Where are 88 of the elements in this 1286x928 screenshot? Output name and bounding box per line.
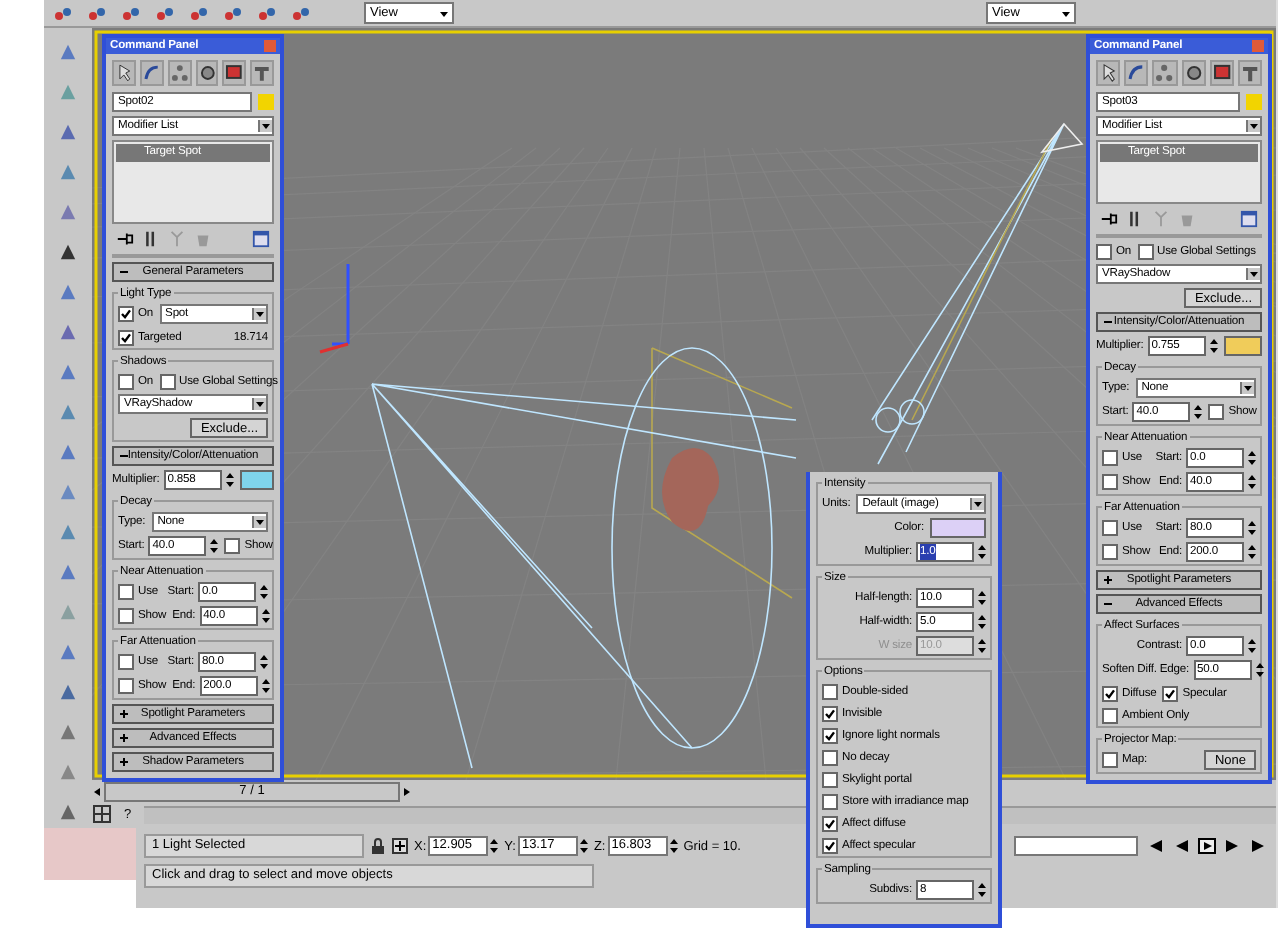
hierarchy-icon[interactable]: [167, 60, 191, 86]
spinner-arrows-icon[interactable]: [1248, 450, 1256, 466]
minus-icon: [1104, 600, 1112, 608]
time-dropdown[interactable]: [1014, 836, 1138, 856]
dropdown-arrow-icon: [438, 7, 450, 19]
hammer-icon[interactable]: [1237, 60, 1263, 86]
dropdown-arrow-icon: [1240, 382, 1254, 394]
circle-icon[interactable]: [1181, 60, 1206, 86]
spinner-arrows-icon[interactable]: [978, 614, 986, 630]
monitor-icon[interactable]: [222, 60, 247, 86]
circle-icon[interactable]: [195, 60, 219, 86]
monitor-icon[interactable]: [1209, 60, 1234, 86]
tool-icon[interactable]: [222, 3, 244, 23]
pointer-icon[interactable]: [1095, 60, 1121, 86]
spinner-arrows-icon[interactable]: [669, 838, 678, 854]
pin-icon[interactable]: [116, 230, 134, 248]
axis-gizmo-icon: [319, 262, 350, 354]
minus-icon: [120, 268, 128, 276]
spinner-arrows-icon[interactable]: [261, 608, 270, 624]
dropdown-arrow-icon: [970, 498, 984, 510]
skip-end-icon[interactable]: [1250, 838, 1268, 854]
tool-icon[interactable]: [188, 3, 210, 23]
plus-icon: [120, 758, 128, 766]
skip-start-icon[interactable]: [1146, 838, 1164, 854]
lock-icon[interactable]: [370, 838, 386, 854]
spotlight-beam-drawing[interactable]: [871, 122, 1084, 465]
tool-icon[interactable]: [86, 3, 108, 23]
dropdown-arrow-icon: [252, 398, 266, 410]
check-icon: [1164, 687, 1177, 699]
tool-icon[interactable]: [120, 3, 142, 23]
crosshair-icon[interactable]: [392, 838, 408, 854]
window-icon[interactable]: [1240, 210, 1258, 228]
tool-icon[interactable]: [256, 3, 278, 23]
dropdown-arrow-icon: [252, 308, 266, 320]
spinner-arrows-icon[interactable]: [260, 584, 268, 600]
grid-icon[interactable]: [92, 804, 112, 824]
left-arrow-icon[interactable]: [92, 786, 104, 798]
tool-icon[interactable]: [52, 3, 74, 23]
dropdown-arrow-icon: [252, 516, 266, 528]
plus-icon: [120, 734, 128, 742]
tool-icon[interactable]: [290, 3, 312, 23]
minus-icon: [1104, 318, 1112, 326]
bars-icon[interactable]: [142, 230, 160, 248]
pointer-icon[interactable]: [112, 60, 136, 86]
window-icon[interactable]: [252, 230, 270, 248]
spinner-arrows-icon[interactable]: [1255, 662, 1264, 678]
spinner-arrows-icon[interactable]: [260, 654, 268, 670]
spinner-arrows-icon[interactable]: [978, 638, 986, 654]
object-color-swatch[interactable]: [1246, 94, 1262, 110]
tool-icon[interactable]: [56, 680, 80, 704]
spinner-arrows-icon[interactable]: [1248, 474, 1256, 490]
object-color-swatch[interactable]: [258, 94, 274, 110]
spinner-arrows-icon[interactable]: [210, 538, 219, 554]
spinner-arrows-icon[interactable]: [978, 590, 986, 606]
dropdown-arrow-icon: [1060, 7, 1072, 19]
dropdown-arrow-icon: [258, 120, 272, 132]
spinner-arrows-icon[interactable]: [1248, 520, 1256, 536]
spinner-arrows-icon[interactable]: [978, 882, 986, 898]
tool-icon[interactable]: [56, 240, 80, 264]
spinner-arrows-icon[interactable]: [1248, 544, 1256, 560]
right-arrow-icon[interactable]: [400, 786, 412, 798]
check-icon: [1104, 687, 1116, 699]
hammer-icon[interactable]: [250, 60, 274, 86]
tool-icon[interactable]: [56, 800, 80, 824]
spinner-arrows-icon[interactable]: [978, 544, 986, 560]
color-swatch[interactable]: [930, 518, 986, 538]
color-swatch[interactable]: [239, 470, 274, 490]
bars-icon[interactable]: [1126, 210, 1144, 228]
spinner-arrows-icon[interactable]: [579, 838, 588, 854]
pin-icon[interactable]: [1100, 210, 1118, 228]
step-forward-icon[interactable]: [1224, 838, 1242, 854]
spinner-arrows-icon[interactable]: [1209, 338, 1218, 354]
spinner-arrows-icon[interactable]: [490, 838, 499, 854]
spinner-arrows-icon[interactable]: [261, 678, 270, 694]
plus-icon: [1104, 576, 1112, 584]
dropdown-arrow-icon: [1246, 268, 1260, 280]
curve-icon[interactable]: [139, 60, 164, 86]
dropdown-arrow-icon: [1246, 120, 1260, 132]
play-icon[interactable]: [1198, 838, 1216, 854]
step-back-icon[interactable]: [1172, 838, 1190, 854]
spinner-arrows-icon[interactable]: [1194, 404, 1203, 420]
color-swatch[interactable]: [1223, 336, 1262, 356]
minus-icon: [120, 452, 128, 460]
spinner-arrows-icon[interactable]: [1248, 638, 1256, 654]
curve-icon[interactable]: [1124, 60, 1149, 86]
spinner-arrows-icon[interactable]: [225, 472, 234, 488]
plus-icon: [120, 710, 128, 718]
tool-icon[interactable]: [154, 3, 176, 23]
